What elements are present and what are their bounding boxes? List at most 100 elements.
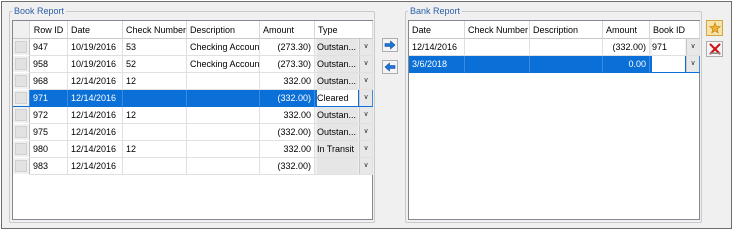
chevron-down-icon[interactable]: ∨ [686, 39, 699, 55]
row-header[interactable] [13, 124, 30, 141]
type-dropdown-value[interactable]: Outstan... [317, 107, 358, 123]
cell-date[interactable]: 12/14/2016 [68, 107, 123, 124]
bank-table-row[interactable]: 3/6/2018 0.00 ∨ [409, 56, 700, 73]
cell-type[interactable]: Outstan... ∨ [315, 107, 373, 124]
chevron-down-icon[interactable]: ∨ [359, 124, 372, 140]
chevron-down-icon[interactable]: ∨ [359, 107, 372, 123]
cell-date[interactable]: 12/14/2016 [68, 90, 123, 107]
cell-check-number[interactable]: 12 [123, 107, 187, 124]
cell-check-number[interactable]: 12 [123, 141, 187, 158]
type-dropdown-value[interactable]: Outstan... [317, 56, 358, 72]
cell-description[interactable] [187, 158, 260, 175]
row-header[interactable] [13, 158, 30, 175]
row-header[interactable] [13, 90, 30, 107]
type-dropdown-value[interactable]: In Transit [317, 141, 358, 157]
book-id-dropdown-value[interactable]: 971 [652, 39, 685, 55]
col-header-description[interactable]: Description [187, 21, 260, 39]
cell-date[interactable]: 10/19/2016 [68, 56, 123, 73]
col-header-bank-date[interactable]: Date [409, 21, 465, 39]
move-right-button[interactable] [382, 38, 398, 52]
cell-bank-amount[interactable]: 0.00 [603, 56, 650, 73]
cell-type[interactable]: Cleared ∨ [315, 90, 373, 107]
cell-date[interactable]: 12/14/2016 [68, 158, 123, 175]
chevron-down-icon[interactable]: ∨ [359, 158, 372, 174]
cell-row-id[interactable]: 972 [30, 107, 68, 124]
chevron-down-icon[interactable]: ∨ [359, 141, 372, 157]
cell-bank-date[interactable]: 12/14/2016 [409, 39, 465, 56]
type-dropdown-value[interactable]: Outstan... [317, 73, 358, 89]
cell-type[interactable]: Outstan... ∨ [315, 73, 373, 90]
cell-bank-check-number[interactable] [465, 56, 530, 73]
cell-description[interactable] [187, 73, 260, 90]
row-header[interactable] [13, 56, 30, 73]
book-table-row[interactable]: 980 12/14/2016 12 332.00 In Transit ∨ [13, 141, 373, 158]
chevron-down-icon[interactable]: ∨ [359, 56, 372, 72]
cell-amount[interactable]: 332.00 [260, 73, 315, 90]
cell-bank-amount[interactable]: (332.00) [603, 39, 650, 56]
book-table-row[interactable]: 971 12/14/2016 (332.00) Cleared ∨ [13, 90, 373, 107]
cell-amount[interactable]: 332.00 [260, 107, 315, 124]
type-dropdown-value[interactable]: Outstan... [317, 39, 358, 55]
row-header[interactable] [13, 141, 30, 158]
type-dropdown-value[interactable]: Cleared [317, 90, 358, 106]
type-dropdown-value[interactable] [317, 158, 358, 174]
cell-type[interactable]: Outstan... ∨ [315, 39, 373, 56]
cell-book-id[interactable]: 971 ∨ [650, 39, 700, 56]
cell-amount[interactable]: (332.00) [260, 90, 315, 107]
cell-type[interactable]: Outstan... ∨ [315, 124, 373, 141]
cell-row-id[interactable]: 971 [30, 90, 68, 107]
cell-bank-date[interactable]: 3/6/2018 [409, 56, 465, 73]
col-header-amount[interactable]: Amount [260, 21, 315, 39]
book-report-grid[interactable]: Row ID Date Check Number Description Amo… [12, 20, 373, 220]
col-header-check-number[interactable]: Check Number [123, 21, 187, 39]
cell-description[interactable] [187, 107, 260, 124]
book-table-row[interactable]: 947 10/19/2016 53 Checking Account (273.30) O… [13, 39, 373, 56]
cell-date[interactable]: 12/14/2016 [68, 141, 123, 158]
col-header-bank-check-number[interactable]: Check Number [465, 21, 530, 39]
col-header-row-id[interactable]: Row ID [30, 21, 68, 39]
cell-check-number[interactable] [123, 90, 187, 107]
add-button[interactable] [706, 20, 723, 36]
cell-book-id[interactable]: ∨ [650, 56, 700, 73]
cell-bank-check-number[interactable] [465, 39, 530, 56]
cell-amount[interactable]: (332.00) [260, 158, 315, 175]
type-dropdown-value[interactable]: Outstan... [317, 124, 358, 140]
cell-row-id[interactable]: 958 [30, 56, 68, 73]
cell-check-number[interactable] [123, 158, 187, 175]
row-header[interactable] [13, 73, 30, 90]
book-table-row[interactable]: 975 12/14/2016 (332.00) Outstan... ∨ [13, 124, 373, 141]
book-table-row[interactable]: 968 12/14/2016 12 332.00 Outstan... ∨ [13, 73, 373, 90]
cell-type[interactable]: ∨ [315, 158, 373, 175]
book-table-row[interactable]: 958 10/19/2016 52 Checking Account (273.30) O… [13, 56, 373, 73]
cell-row-id[interactable]: 968 [30, 73, 68, 90]
book-id-dropdown-value[interactable] [652, 56, 685, 72]
cell-description[interactable]: Checking Account [187, 56, 260, 73]
col-header-book-id[interactable]: Book ID [650, 21, 700, 39]
bank-table-row[interactable]: 12/14/2016 (332.00) 971 ∨ [409, 39, 700, 56]
cell-type[interactable]: Outstan... ∨ [315, 56, 373, 73]
col-header-bank-amount[interactable]: Amount [603, 21, 650, 39]
move-left-button[interactable] [382, 60, 398, 74]
cell-row-id[interactable]: 980 [30, 141, 68, 158]
cell-row-id[interactable]: 947 [30, 39, 68, 56]
cell-row-id[interactable]: 975 [30, 124, 68, 141]
chevron-down-icon[interactable]: ∨ [359, 90, 372, 106]
cell-date[interactable]: 12/14/2016 [68, 73, 123, 90]
cell-date[interactable]: 10/19/2016 [68, 39, 123, 56]
book-table-row[interactable]: 983 12/14/2016 (332.00) ∨ [13, 158, 373, 175]
cell-check-number[interactable]: 12 [123, 73, 187, 90]
cell-description[interactable] [187, 90, 260, 107]
cell-bank-description[interactable] [530, 56, 603, 73]
cell-amount[interactable]: (273.30) [260, 39, 315, 56]
cell-description[interactable]: Checking Account [187, 39, 260, 56]
cell-row-id[interactable]: 983 [30, 158, 68, 175]
col-header-bank-description[interactable]: Description [530, 21, 603, 39]
bank-report-grid[interactable]: Date Check Number Description Amount Boo… [408, 20, 700, 220]
book-table-row[interactable]: 972 12/14/2016 12 332.00 Outstan... ∨ [13, 107, 373, 124]
delete-button[interactable] [706, 41, 723, 57]
cell-check-number[interactable] [123, 124, 187, 141]
cell-type[interactable]: In Transit ∨ [315, 141, 373, 158]
cell-description[interactable] [187, 124, 260, 141]
col-header-date[interactable]: Date [68, 21, 123, 39]
cell-amount[interactable]: 332.00 [260, 141, 315, 158]
